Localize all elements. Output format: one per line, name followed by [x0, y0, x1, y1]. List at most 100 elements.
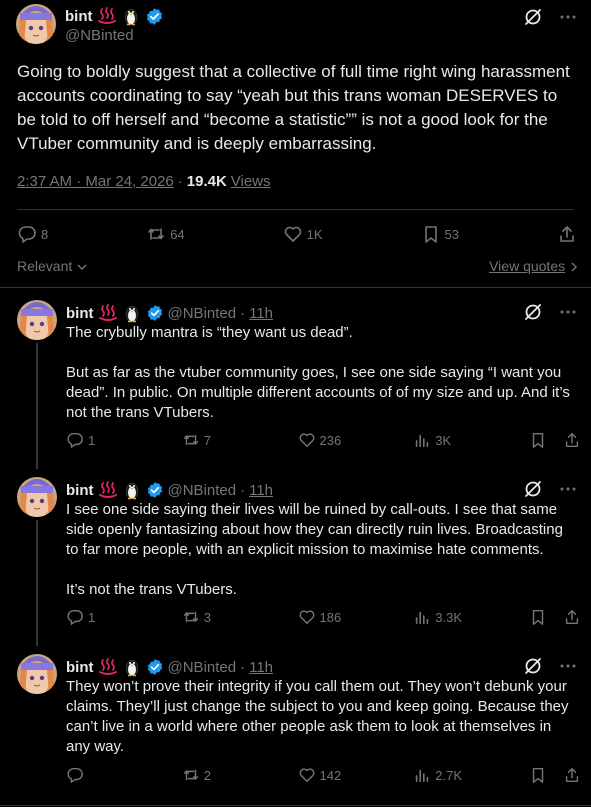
engagement-bar: 2 142 2.7K: [66, 766, 581, 784]
view-quotes-link[interactable]: View quotes: [489, 258, 579, 274]
heart-icon: [298, 608, 316, 626]
views-button[interactable]: 3.3K: [413, 608, 529, 626]
share-icon: [557, 224, 577, 244]
reply-paragraph: They won’t prove their integrity if you …: [66, 678, 569, 755]
penguin-emoji: [121, 6, 141, 26]
handle[interactable]: @NBinted: [168, 482, 237, 499]
repost-count: 3: [203, 609, 211, 625]
reply-count: 1: [88, 432, 96, 448]
heart-icon: [283, 224, 303, 244]
tweet-top-actions: [523, 302, 577, 322]
thread-line: [36, 343, 38, 469]
verified-badge-icon[interactable]: [146, 304, 164, 322]
views-count: 19.4K: [186, 173, 227, 190]
tweet-meta: 2:37 AM · Mar 24, 2026 · 19.4K Views: [17, 173, 271, 190]
share-icon[interactable]: [563, 766, 581, 784]
divider: [17, 209, 574, 210]
sort-dropdown[interactable]: Relevant: [17, 258, 88, 274]
repost-button[interactable]: 2: [182, 766, 298, 784]
display-name[interactable]: bint: [66, 659, 94, 676]
author-row: bint @NBinted · 11h: [66, 480, 273, 500]
hot-springs-emoji: [98, 657, 118, 677]
timestamp-link[interactable]: 11h: [249, 482, 273, 499]
secondary-actions: [529, 431, 581, 449]
bookmark-icon[interactable]: [529, 766, 547, 784]
verified-badge-icon[interactable]: [145, 7, 164, 26]
display-name[interactable]: bint: [66, 482, 94, 499]
more-options-icon[interactable]: [559, 657, 577, 675]
more-options-icon[interactable]: [559, 8, 577, 26]
display-name[interactable]: bint: [66, 305, 94, 322]
more-options-icon[interactable]: [559, 303, 577, 321]
bookmark-icon: [421, 224, 441, 244]
timestamp-link[interactable]: 11h: [249, 659, 273, 676]
bookmark-icon[interactable]: [529, 431, 547, 449]
analytics-icon: [413, 431, 431, 449]
repost-count: 7: [203, 432, 211, 448]
views-label[interactable]: Views: [231, 173, 271, 190]
handle[interactable]: @NBinted: [168, 659, 237, 676]
repost-icon: [146, 224, 166, 244]
display-name[interactable]: bint: [65, 8, 93, 25]
penguin-emoji: [122, 657, 142, 677]
heart-icon: [298, 431, 316, 449]
repost-button[interactable]: 7: [182, 431, 298, 449]
chevron-right-icon: [569, 261, 579, 273]
repost-button[interactable]: 3: [182, 608, 298, 626]
grok-icon[interactable]: [523, 7, 543, 27]
timestamp-link[interactable]: 11h: [249, 305, 273, 322]
analytics-icon: [413, 766, 431, 784]
avatar[interactable]: [16, 4, 56, 44]
like-button[interactable]: 142: [298, 766, 414, 784]
bookmark-icon[interactable]: [529, 608, 547, 626]
reply-paragraph: The crybully mantra is “they want us dea…: [66, 324, 353, 341]
verified-badge-icon[interactable]: [146, 481, 164, 499]
like-button[interactable]: 186: [298, 608, 414, 626]
views-count: 2.7K: [435, 767, 462, 783]
avatar[interactable]: [17, 654, 57, 694]
share-icon[interactable]: [563, 431, 581, 449]
grok-icon[interactable]: [523, 479, 543, 499]
grok-icon[interactable]: [523, 302, 543, 322]
repost-count: 64: [170, 226, 185, 242]
views-button[interactable]: 2.7K: [413, 766, 529, 784]
avatar[interactable]: [17, 300, 57, 340]
verified-badge-icon[interactable]: [146, 658, 164, 676]
reply-count: 8: [41, 226, 49, 242]
reply-text: I see one side saying their lives will b…: [66, 500, 576, 600]
meta-dot: ·: [177, 173, 183, 190]
handle[interactable]: @NBinted: [168, 305, 237, 322]
repost-icon: [182, 766, 200, 784]
avatar[interactable]: [17, 477, 57, 517]
author-row: bint @NBinted · 11h: [66, 303, 273, 323]
hot-springs-emoji: [98, 480, 118, 500]
like-button[interactable]: 1K: [283, 224, 323, 244]
reply-icon: [17, 224, 37, 244]
views-button[interactable]: 3K: [413, 431, 529, 449]
share-icon[interactable]: [563, 608, 581, 626]
divider: [0, 805, 591, 806]
reply-icon: [66, 766, 84, 784]
reply-button[interactable]: [66, 766, 182, 784]
secondary-actions: [529, 608, 581, 626]
reply-button[interactable]: 1: [66, 608, 182, 626]
timestamp-link[interactable]: 2:37 AM · Mar 24, 2026: [17, 173, 174, 190]
repost-button[interactable]: 64: [146, 224, 185, 244]
more-options-icon[interactable]: [559, 480, 577, 498]
divider: [0, 287, 591, 288]
grok-icon[interactable]: [523, 656, 543, 676]
views-count: 3.3K: [435, 609, 462, 625]
reply-count: 1: [88, 609, 96, 625]
like-count: 1K: [306, 226, 323, 242]
reply-button[interactable]: 8: [17, 224, 48, 244]
thread-line: [36, 520, 38, 646]
hot-springs-emoji: [98, 303, 118, 323]
handle[interactable]: @NBinted: [65, 27, 134, 44]
reply-icon: [66, 608, 84, 626]
reply-text: The crybully mantra is “they want us dea…: [66, 323, 576, 423]
reply-button[interactable]: 1: [66, 431, 182, 449]
separator-dot: ·: [240, 481, 246, 499]
like-button[interactable]: 236: [298, 431, 414, 449]
bookmark-button[interactable]: 53: [421, 224, 459, 244]
share-button[interactable]: [557, 224, 577, 244]
